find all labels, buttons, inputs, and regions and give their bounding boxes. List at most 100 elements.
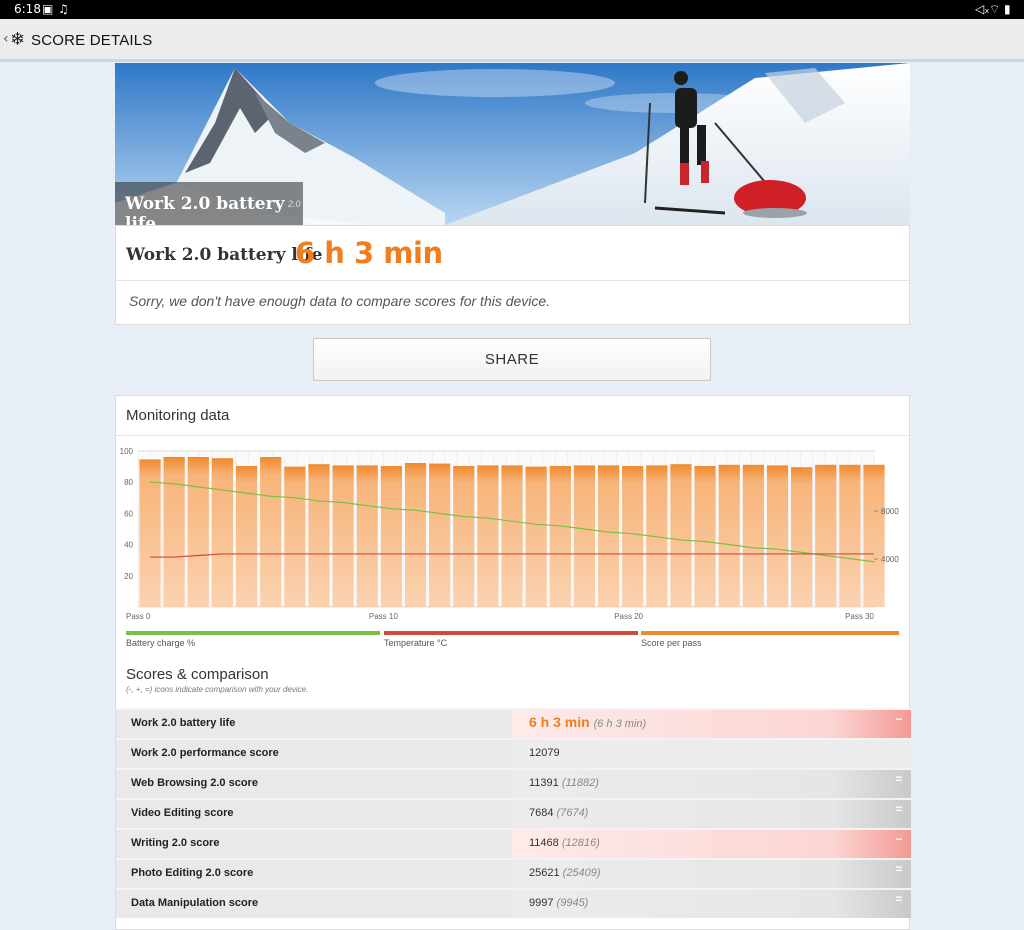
score-bar <box>525 466 547 607</box>
score-compare: (12816) <box>561 837 600 849</box>
score-row[interactable]: Work 2.0 performance score 12079 <box>116 738 911 768</box>
scores-subtitle: (-, +, =) icons indicate comparison with… <box>126 685 309 694</box>
score-row[interactable]: Data Manipulation score 9997 (9945) = <box>116 888 911 918</box>
score-bar <box>404 463 427 607</box>
score-row[interactable]: Video Editing score 7684 (7674) = <box>116 798 911 828</box>
share-button[interactable]: SHARE <box>313 338 711 381</box>
x-axis-tick: Pass 0 <box>126 612 151 621</box>
score-row-value-cell: 12079 <box>512 740 911 768</box>
score-bar <box>187 457 209 607</box>
score-value: 7684 <box>529 807 554 819</box>
score-bar <box>622 466 644 607</box>
monitoring-chart: 100 80 60 40 20 8000 4000 Pass 0 Pass 10 Pass 20 P… <box>120 447 900 621</box>
score-row-value-cell: 9997 (9945) = <box>512 890 911 918</box>
music-note-icon: ♫ <box>58 2 69 16</box>
scores-table: Work 2.0 battery life 6 h 3 min (6 h 3 mi… <box>116 708 911 918</box>
result-card: Work 2.0 battery life 6 h 3 min Sorry, w… <box>115 225 910 325</box>
comparison-indicator-icon: = <box>895 772 903 786</box>
score-compare: (11882) <box>561 777 599 789</box>
score-bar <box>501 465 523 607</box>
score-row-label: Work 2.0 battery life <box>131 717 236 729</box>
x-axis-tick: Pass 30 <box>845 612 874 621</box>
score-row-label: Work 2.0 performance score <box>131 747 279 759</box>
score-row-value-cell: 25621 (25409) = <box>512 860 911 888</box>
score-row[interactable]: Writing 2.0 score 11468 (12816) − <box>116 828 911 858</box>
score-compare: (7674) <box>556 807 589 819</box>
result-value: 6 h 3 min <box>295 236 443 270</box>
score-bar <box>790 467 813 607</box>
score-bar <box>211 458 234 607</box>
score-bar <box>332 465 354 607</box>
score-bar <box>235 466 258 607</box>
left-axis-tick: 20 <box>124 572 133 581</box>
score-row-value: 12079 <box>529 747 560 759</box>
score-value: 6 h 3 min <box>529 714 590 730</box>
battery-icon: ▮ <box>1004 2 1011 16</box>
score-bar <box>163 457 185 607</box>
left-axis-tick: 100 <box>120 447 134 456</box>
left-axis-tick: 40 <box>124 541 133 550</box>
legend-temperature-swatch <box>384 631 638 635</box>
score-row[interactable]: Work 2.0 battery life 6 h 3 min (6 h 3 mi… <box>116 708 911 738</box>
score-bar <box>839 464 861 607</box>
scores-title: Scores & comparison <box>126 666 269 683</box>
score-row-value-cell: 11391 (11882) = <box>512 770 911 798</box>
result-divider <box>116 280 909 281</box>
score-bar <box>815 464 837 607</box>
x-axis-tick: Pass 10 <box>369 612 398 621</box>
score-row-label: Video Editing score <box>131 807 234 819</box>
page-title: SCORE DETAILS <box>31 32 153 49</box>
score-bar <box>260 457 282 607</box>
score-row-value-cell: 6 h 3 min (6 h 3 min) − <box>512 710 911 738</box>
app-bar: ‹ ❄ SCORE DETAILS <box>0 19 1024 62</box>
score-value: 11468 <box>529 837 559 849</box>
mute-icon: ◁ₓ <box>975 2 990 16</box>
score-row-value: 11391 (11882) <box>529 777 599 789</box>
app-logo-icon[interactable]: ❄ <box>10 29 25 50</box>
score-bar <box>139 459 161 607</box>
hero-caption: Work 2.0 battery life 2.0 <box>115 182 303 225</box>
back-chevron-icon[interactable]: ‹ <box>3 31 9 47</box>
hero-caption-version: 2.0 <box>288 199 301 209</box>
legend-temperature-label: Temperature °C <box>384 638 448 648</box>
score-value: 11391 <box>529 777 559 789</box>
score-compare: (9945) <box>556 897 589 909</box>
hero-caption-title: Work 2.0 battery life <box>125 194 285 225</box>
comparison-indicator-icon: = <box>895 802 903 816</box>
score-bar <box>694 466 716 607</box>
score-row[interactable]: Web Browsing 2.0 score 11391 (11882) = <box>116 768 911 798</box>
score-row[interactable]: Photo Editing 2.0 score 25621 (25409) = <box>116 858 911 888</box>
score-bar <box>284 466 306 607</box>
left-axis-tick: 80 <box>124 478 133 487</box>
score-bar <box>766 465 789 607</box>
score-row-value-cell: 7684 (7674) = <box>512 800 911 828</box>
score-value: 12079 <box>529 747 560 759</box>
legend-temperature: Temperature °C <box>384 631 638 651</box>
score-row-value: 9997 (9945) <box>529 897 588 909</box>
legend-battery: Battery charge % <box>126 631 380 651</box>
score-compare: (25409) <box>562 867 601 879</box>
score-bar <box>356 465 378 607</box>
comparison-indicator-icon: = <box>895 862 903 876</box>
score-row-value: 6 h 3 min (6 h 3 min) <box>529 714 646 730</box>
score-bar <box>742 464 764 607</box>
legend-score-swatch <box>641 631 899 635</box>
score-row-value-cell: 11468 (12816) − <box>512 830 911 858</box>
score-bar <box>308 464 330 607</box>
score-row-label: Writing 2.0 score <box>131 837 220 849</box>
legend-score-label: Score per pass <box>641 638 702 648</box>
monitoring-card: Monitoring data 100 80 60 40 20 8000 4000 Pass … <box>115 395 911 930</box>
score-bar <box>380 466 402 607</box>
comparison-indicator-icon: = <box>895 892 903 906</box>
score-bar <box>453 466 475 607</box>
score-row-label: Photo Editing 2.0 score <box>131 867 254 879</box>
legend-battery-label: Battery charge % <box>126 638 196 648</box>
image-icon: ▣ <box>42 2 54 16</box>
score-value: 9997 <box>529 897 554 909</box>
monitoring-title: Monitoring data <box>126 407 230 424</box>
status-bar: 6:18 ▣ ♫ ◁ₓ ⌔ ▮ <box>0 0 1024 19</box>
right-axis-tick: 4000 <box>881 555 899 564</box>
comparison-indicator-icon: − <box>895 832 903 846</box>
left-axis-tick: 60 <box>124 509 133 518</box>
right-axis-tick: 8000 <box>881 507 899 516</box>
